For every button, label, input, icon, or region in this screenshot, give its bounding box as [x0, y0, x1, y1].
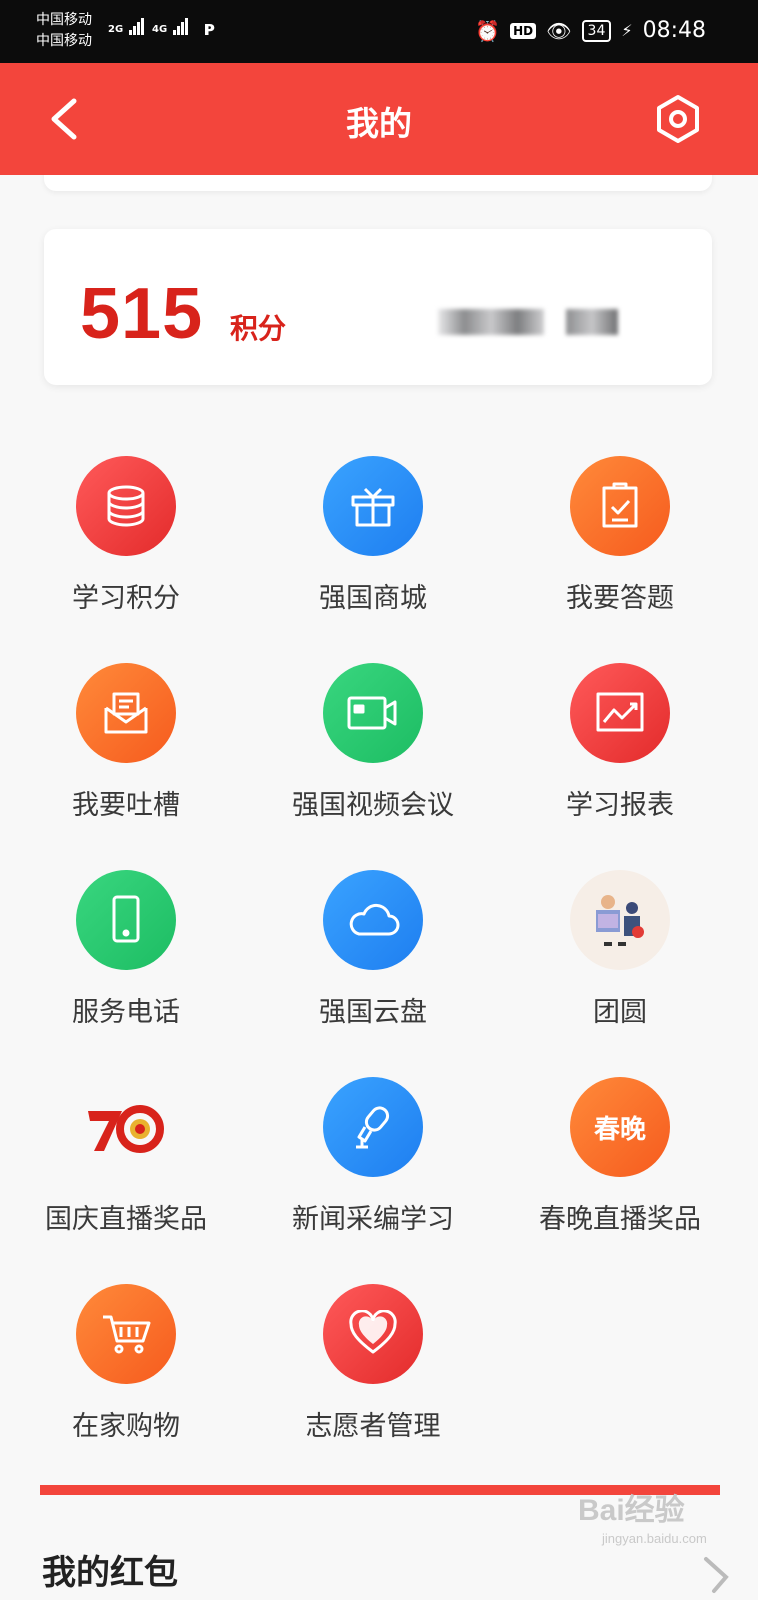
blurred-info: [438, 309, 544, 335]
carrier-labels: 中国移动 中国移动: [36, 10, 92, 52]
points-value: 515: [80, 274, 204, 354]
gift-icon: [323, 456, 423, 556]
menu-item-label: 志愿者管理: [305, 1411, 441, 1442]
family-illustration-icon: [570, 870, 670, 970]
watermark-text: Bai经验: [578, 1494, 685, 1527]
app-header: 我的: [0, 63, 758, 175]
alarm-icon: ⏰: [475, 18, 501, 43]
app-notification-icon: ᴘ: [204, 16, 216, 40]
menu-item-quiz[interactable]: 我要答题: [494, 456, 746, 615]
menu-item-spring-gala-prize[interactable]: 春晚 春晚直播奖品: [494, 1077, 746, 1236]
clipboard-check-icon: [570, 456, 670, 556]
menu-item-label: 团圆: [593, 997, 647, 1028]
menu-item-label: 强国商城: [319, 583, 427, 614]
menu-item-national-day-prize[interactable]: 国庆直播奖品: [0, 1077, 252, 1236]
menu-item-home-shopping[interactable]: 在家购物: [0, 1284, 252, 1443]
menu-item-service-phone[interactable]: 服务电话: [0, 870, 252, 1029]
shopping-cart-icon: [76, 1284, 176, 1384]
main-content: 515 积分 学习积分 强国商城 我要答题 我要吐槽 强国视频会议 学习报表 服…: [0, 175, 758, 1600]
spring-gala-icon: 春晚: [570, 1077, 670, 1177]
menu-item-label: 服务电话: [72, 997, 180, 1028]
battery-level: 34: [587, 22, 606, 39]
menu-item-label: 春晚直播奖品: [539, 1204, 701, 1235]
blurred-info: [566, 309, 618, 335]
phone-icon: [76, 870, 176, 970]
heart-icon: [323, 1284, 423, 1384]
menu-item-label: 学习报表: [566, 790, 674, 821]
spring-gala-badge-text: 春晚: [593, 1114, 646, 1145]
watermark-sub: jingyan.baidu.com: [602, 1531, 707, 1546]
hexagon-settings-icon[interactable]: [652, 91, 704, 147]
menu-item-label: 我要答题: [566, 583, 674, 614]
hd-icon: HD: [510, 22, 537, 39]
menu-item-video-meeting[interactable]: 强国视频会议: [247, 663, 499, 822]
signal-bars-icon: [128, 18, 145, 35]
section-title[interactable]: 我的红包: [42, 1545, 178, 1594]
microphone-icon: [323, 1077, 423, 1177]
menu-item-label: 我要吐槽: [72, 790, 180, 821]
menu-item-study-report[interactable]: 学习报表: [494, 663, 746, 822]
menu-item-news-study[interactable]: 新闻采编学习: [247, 1077, 499, 1236]
menu-item-reunion[interactable]: 团圆: [494, 870, 746, 1029]
menu-item-label: 国庆直播奖品: [45, 1204, 207, 1235]
charging-icon: ⚡: [621, 21, 633, 40]
menu-item-study-points[interactable]: 学习积分: [0, 456, 252, 615]
clock: 08:48: [642, 18, 706, 43]
watermark: Bai经验 jingyan.baidu.com: [578, 1485, 707, 1546]
envelope-icon: [76, 663, 176, 763]
menu-item-label: 学习积分: [72, 583, 180, 614]
signal-2-indicator: 4G: [152, 18, 189, 35]
video-camera-icon: [323, 663, 423, 763]
chevron-right-icon[interactable]: [694, 1555, 738, 1595]
page-title: 我的: [346, 104, 412, 143]
signal-1-indicator: 2G: [108, 18, 145, 35]
carrier-2: 中国移动: [36, 33, 92, 49]
chart-icon: [570, 663, 670, 763]
signal-bars-icon: [172, 18, 189, 35]
points-card[interactable]: 515 积分: [44, 229, 712, 385]
system-icons: ⏰ HD 👁 34 ⚡ 08:48: [475, 18, 706, 43]
menu-item-volunteer[interactable]: 志愿者管理: [247, 1284, 499, 1443]
points-unit: 积分: [230, 312, 287, 345]
carrier-1: 中国移动: [36, 12, 92, 28]
menu-item-label: 在家购物: [72, 1411, 180, 1442]
database-icon: [76, 456, 176, 556]
profile-card-bottom-edge: [44, 175, 712, 191]
seventy-logo-icon: [76, 1077, 176, 1177]
signal-2-label: 4G: [152, 24, 168, 35]
signal-1-label: 2G: [108, 24, 124, 35]
status-bar: 中国移动 中国移动 2G 4G ᴘ ⏰ HD 👁 34 ⚡ 08:48: [0, 0, 758, 63]
cloud-icon: [323, 870, 423, 970]
eye-comfort-icon: 👁: [546, 18, 572, 43]
menu-item-cloud-drive[interactable]: 强国云盘: [247, 870, 499, 1029]
menu-item-label: 新闻采编学习: [292, 1204, 454, 1235]
menu-item-feedback[interactable]: 我要吐槽: [0, 663, 252, 822]
menu-item-label: 强国云盘: [319, 997, 427, 1028]
menu-item-label: 强国视频会议: [292, 790, 454, 821]
menu-item-mall[interactable]: 强国商城: [247, 456, 499, 615]
battery-icon: 34: [581, 19, 612, 42]
